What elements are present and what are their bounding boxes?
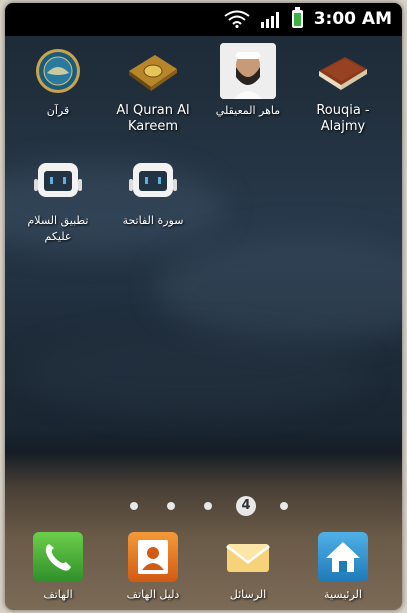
app-al-quran-al-kareem[interactable]: Al Quran Al Kareem xyxy=(108,43,198,135)
dock-label: الرسائل xyxy=(229,588,267,601)
quran-book-icon xyxy=(125,43,181,99)
home-icon xyxy=(318,532,368,582)
dock-home[interactable]: الرئيسية xyxy=(298,532,388,601)
page-dot[interactable] xyxy=(280,502,288,510)
app-label: Al Quran Al Kareem xyxy=(116,103,190,134)
messages-icon xyxy=(223,532,273,582)
page-dot-current[interactable]: 4 xyxy=(236,496,256,516)
dock-label: الهاتف xyxy=(43,588,73,601)
battery-level-fill xyxy=(294,13,301,26)
app-label: تطبيق السلام عليكم xyxy=(27,214,89,243)
dock-label: دليل الهاتف xyxy=(126,588,180,601)
app-label: قرآن xyxy=(46,104,70,117)
page-dot[interactable] xyxy=(204,502,212,510)
dock-contacts[interactable]: دليل الهاتف xyxy=(108,532,198,601)
app-label: Rouqia - Alajmy xyxy=(316,103,370,134)
wallpaper-cloud xyxy=(25,333,365,413)
wifi-icon xyxy=(224,10,250,28)
dock: الهاتف دليل الهاتف الرسائل الرئيسية xyxy=(5,526,402,610)
brown-book-icon xyxy=(315,43,371,99)
status-bar[interactable]: 3:00 AM xyxy=(5,3,402,36)
app-quran[interactable]: قرآن xyxy=(13,43,103,119)
page-dot[interactable] xyxy=(167,502,175,510)
android-app-icon xyxy=(125,153,181,209)
page-dot[interactable] xyxy=(130,502,138,510)
dock-phone[interactable]: الهاتف xyxy=(13,532,103,601)
contacts-icon xyxy=(128,532,178,582)
page-indicator[interactable]: 4 xyxy=(5,496,402,516)
signal-strength-icon xyxy=(261,12,279,28)
app-surat-al-fatiha[interactable]: سورة الفاتحة xyxy=(108,153,198,229)
home-screen: 3:00 AM قرآن Al Quran Al Kareem ماهر الم… xyxy=(5,3,402,610)
dock-messages[interactable]: الرسائل xyxy=(203,532,293,601)
quran-seal-icon xyxy=(30,43,86,99)
app-label: ماهر المعيقلي xyxy=(215,104,281,117)
wallpaper-cloud xyxy=(155,233,402,343)
phone-icon xyxy=(33,532,83,582)
app-maher-almuaiqly[interactable]: ماهر المعيقلي xyxy=(203,43,293,119)
app-label: سورة الفاتحة xyxy=(122,214,184,227)
battery-icon xyxy=(292,10,303,28)
status-time: 3:00 AM xyxy=(313,9,392,29)
app-rouqia-alajmy[interactable]: Rouqia - Alajmy xyxy=(298,43,388,135)
android-app-icon xyxy=(30,153,86,209)
reciter-photo-icon xyxy=(220,43,276,99)
app-assalamu-alaikum[interactable]: تطبيق السلام عليكم xyxy=(13,153,103,245)
dock-label: الرئيسية xyxy=(324,588,362,601)
